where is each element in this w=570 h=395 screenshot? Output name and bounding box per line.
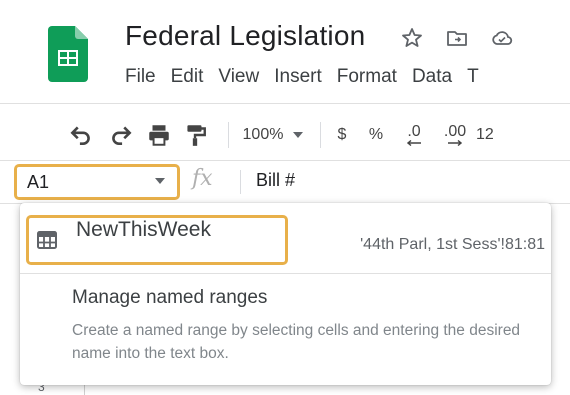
menu-edit[interactable]: Edit — [171, 66, 204, 88]
toolbar: 100% $ % .0 .00 12 — [62, 118, 570, 152]
menu-bar: File Edit View Insert Format Data T — [125, 66, 494, 90]
header-divider — [0, 103, 570, 104]
menu-tools[interactable]: T — [467, 66, 479, 88]
menu-data[interactable]: Data — [412, 66, 452, 88]
document-title[interactable]: Federal Legislation — [125, 20, 365, 52]
increase-decimal-label: .00 — [443, 123, 467, 140]
currency-format-button[interactable]: $ — [328, 122, 356, 148]
name-box[interactable]: A1 — [19, 168, 174, 196]
named-ranges-help-text: Create a named range by selecting cells … — [72, 322, 521, 362]
zoom-select[interactable]: 100% — [242, 122, 304, 148]
name-box-value: A1 — [27, 172, 50, 192]
named-range-reference: '44th Parl, 1st Sess'!81:81 — [360, 236, 545, 253]
arrow-right-icon — [448, 140, 462, 146]
named-ranges-dropdown: NewThisWeek '44th Parl, 1st Sess'!81:81 … — [20, 203, 551, 385]
star-icon[interactable] — [400, 26, 424, 50]
menu-insert[interactable]: Insert — [274, 66, 322, 88]
move-to-folder-icon[interactable] — [445, 26, 469, 50]
menu-file[interactable]: File — [125, 66, 156, 88]
more-formats-button[interactable]: 12 — [476, 122, 512, 148]
fx-icon: fx — [192, 166, 213, 191]
chevron-down-icon[interactable] — [155, 178, 165, 184]
menu-view[interactable]: View — [218, 66, 259, 88]
percent-format-button[interactable]: % — [362, 122, 390, 148]
arrow-left-icon — [407, 140, 421, 146]
table-icon — [37, 231, 57, 249]
zoom-value: 100% — [242, 126, 284, 143]
chevron-down-icon — [293, 132, 304, 138]
toolbar-divider — [0, 160, 570, 161]
google-sheets-logo[interactable] — [48, 26, 88, 82]
redo-icon[interactable] — [108, 122, 134, 148]
print-icon[interactable] — [146, 122, 172, 148]
formula-separator — [240, 170, 241, 194]
decrease-decimal-button[interactable]: .0 — [400, 122, 428, 148]
decrease-decimal-label: .0 — [407, 123, 421, 140]
dropdown-divider — [20, 273, 551, 274]
named-range-item[interactable]: NewThisWeek '44th Parl, 1st Sess'!81:81 — [20, 211, 551, 271]
undo-icon[interactable] — [68, 122, 94, 148]
formula-input[interactable]: Bill # — [256, 170, 295, 191]
toolbar-separator — [228, 122, 229, 148]
manage-named-ranges-link[interactable]: Manage named ranges — [72, 287, 267, 309]
menu-format[interactable]: Format — [337, 66, 397, 88]
cloud-saved-icon[interactable] — [490, 26, 514, 50]
toolbar-separator — [320, 122, 321, 148]
paint-format-icon[interactable] — [182, 122, 208, 148]
increase-decimal-button[interactable]: .00 — [438, 122, 472, 148]
named-range-name: NewThisWeek — [76, 218, 211, 241]
